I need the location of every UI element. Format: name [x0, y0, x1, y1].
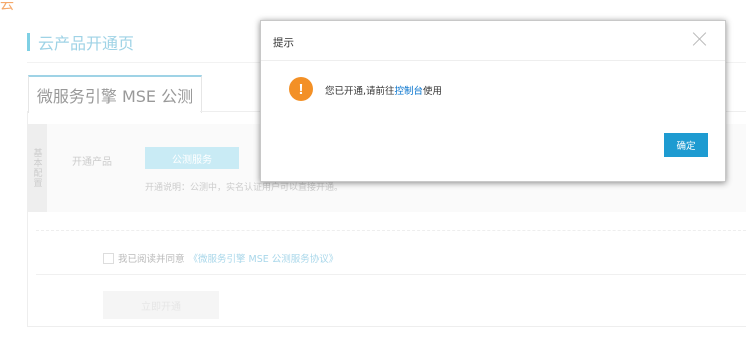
message-suffix: 使用 — [423, 86, 443, 97]
warning-icon: ! — [289, 77, 313, 101]
dashed-divider — [36, 230, 746, 231]
confirm-button[interactable]: 确定 — [664, 133, 708, 157]
agreement-text: 我已阅读并同意 — [118, 254, 185, 265]
prompt-dialog: 提示 ! 您已开通,请前往控制台使用 确定 — [260, 20, 726, 182]
console-link[interactable]: 控制台 — [395, 86, 424, 97]
product-label: 开通产品 — [72, 157, 112, 168]
close-icon[interactable] — [691, 30, 709, 48]
page-title-bar: 云产品开通页 — [27, 32, 135, 53]
section-label: 基本配置 — [27, 124, 47, 212]
dialog-header: 提示 — [261, 21, 725, 61]
beta-service-button[interactable]: 公测服务 — [145, 147, 239, 169]
divider — [36, 274, 746, 275]
title-accent-bar — [27, 33, 30, 51]
agreement-checkbox[interactable] — [103, 252, 114, 264]
page-title: 云产品开通页 — [38, 34, 135, 53]
dialog-title: 提示 — [273, 37, 294, 49]
agreement-link[interactable]: 《微服务引擎 MSE 公测服务协议》 — [189, 251, 339, 265]
agreement-row: 我已阅读并同意 《微服务引擎 MSE 公测服务协议》 — [103, 251, 338, 265]
brand-logo: 云 — [0, 0, 14, 13]
dialog-message: 您已开通,请前往控制台使用 — [325, 83, 442, 97]
tab-mse-beta[interactable]: 微服务引擎 MSE 公测 — [28, 75, 202, 113]
message-prefix: 您已开通,请前往 — [325, 86, 395, 97]
divider — [27, 326, 746, 327]
open-now-button[interactable]: 立即开通 — [103, 291, 219, 319]
